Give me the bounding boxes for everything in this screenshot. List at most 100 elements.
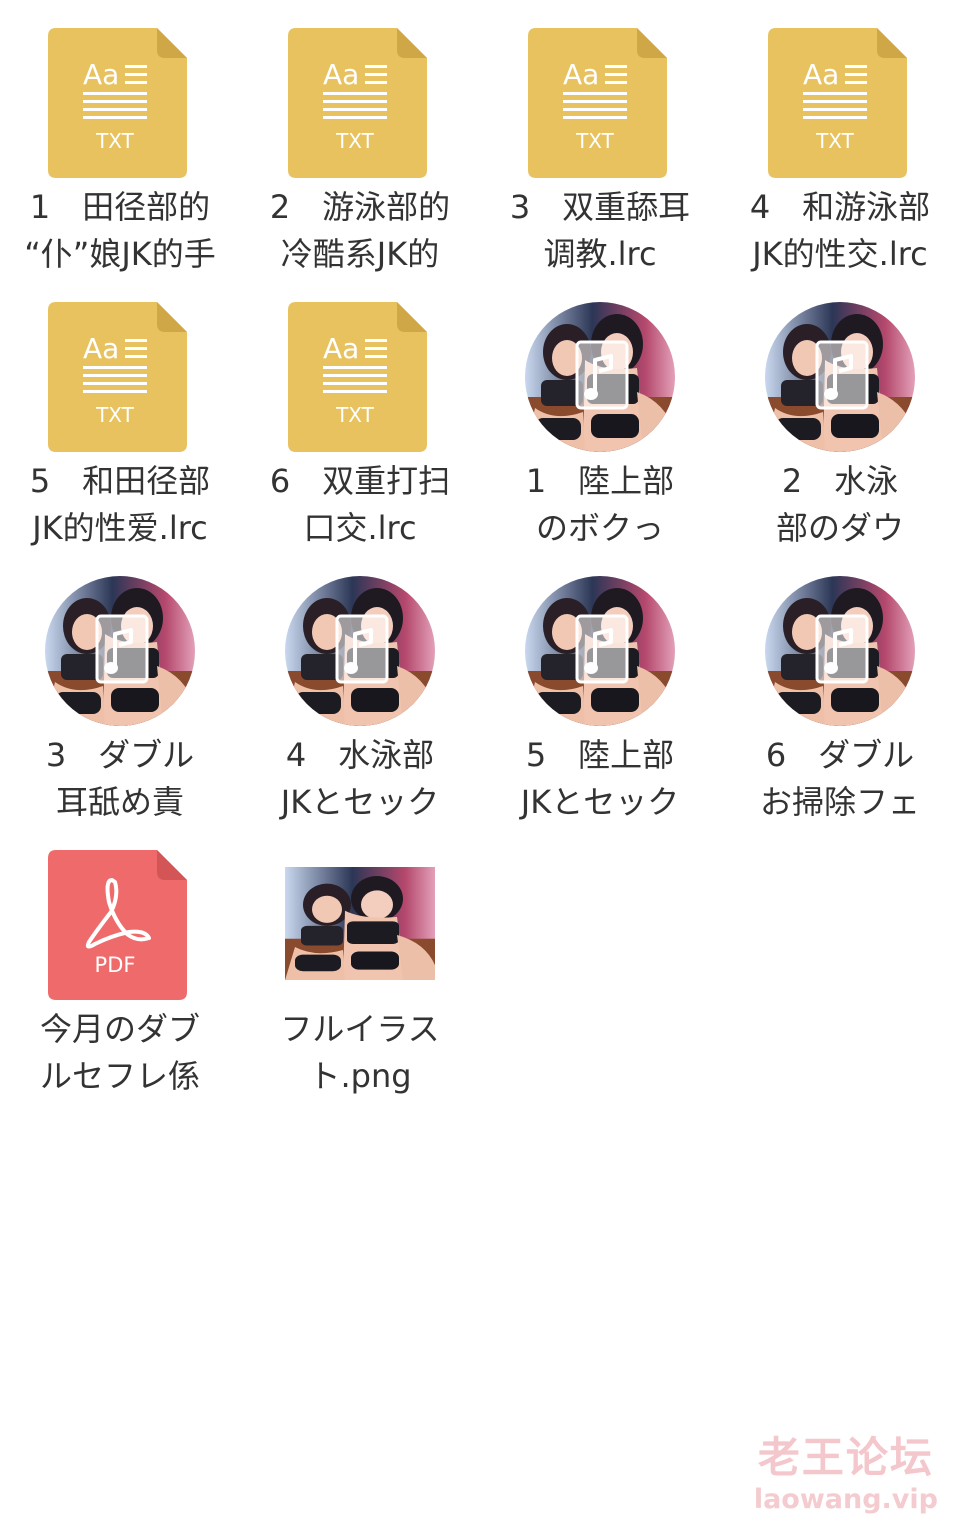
file-name-line: JKとセック	[520, 783, 680, 821]
txt-icon-glyph: Aa	[323, 58, 359, 91]
txt-icon-label: TXT	[335, 403, 375, 427]
file-name-line: “仆”娘JK的手	[24, 235, 216, 273]
file-name: 4 水泳部 JKとセック	[250, 732, 470, 826]
music-note-icon	[575, 614, 629, 684]
file-thumbnail: Aa TXT	[45, 28, 195, 178]
file-thumbnail: Aa TXT	[285, 28, 435, 178]
file-thumbnail	[765, 302, 915, 452]
file-name: 今月のダブルセフレ係	[10, 1006, 230, 1100]
file-thumbnail	[285, 576, 435, 726]
file-name: 2 水泳部のダウ	[730, 458, 950, 552]
pdf-file-icon: PDF	[48, 850, 187, 1000]
file-name-line: 3 ダブル	[45, 736, 195, 774]
txt-icon-glyph: Aa	[323, 332, 359, 365]
file-name-line: 4 水泳部	[285, 736, 435, 774]
audio-cover-thumbnail	[285, 576, 435, 726]
txt-file-icon: Aa TXT	[288, 28, 427, 178]
file-name-line: 2 游泳部的	[269, 188, 451, 226]
file-name-line: のボクっ	[535, 509, 664, 547]
audio-cover-thumbnail	[765, 576, 915, 726]
file-item-txt[interactable]: Aa TXT 2 游泳部的 冷酷系JK的	[240, 24, 480, 298]
file-item-txt[interactable]: Aa TXT 4 和游泳部 JK的性交.lrc	[720, 24, 960, 298]
file-name: 5 和田径部 JK的性爱.lrc	[10, 458, 230, 552]
music-note-icon	[815, 340, 869, 410]
file-thumbnail: PDF	[45, 850, 195, 1000]
file-thumbnail: Aa TXT	[525, 28, 675, 178]
file-name: 2 游泳部的 冷酷系JK的	[250, 184, 470, 278]
txt-file-icon: Aa TXT	[288, 302, 427, 452]
file-name-line: 调教.lrc	[543, 235, 657, 273]
file-name-line: ルセフレ係	[39, 1057, 200, 1095]
file-item-audio[interactable]: 1 陸上部のボクっ	[480, 298, 720, 572]
file-item-audio[interactable]: 4 水泳部 JKとセック	[240, 572, 480, 846]
file-item-pdf[interactable]: PDF 今月のダブルセフレ係	[0, 846, 240, 1120]
music-note-icon	[815, 614, 869, 684]
file-grid: Aa TXT 1 田径部的 “仆”娘JK的手 Aa TXT 2 游泳部的 冷酷系JK…	[0, 24, 960, 1120]
txt-icon-glyph: Aa	[803, 58, 839, 91]
music-note-icon	[95, 614, 149, 684]
audio-cover-thumbnail	[45, 576, 195, 726]
file-thumbnail	[285, 850, 435, 1000]
txt-file-icon: Aa TXT	[528, 28, 667, 178]
file-thumbnail	[765, 576, 915, 726]
audio-cover-thumbnail	[525, 576, 675, 726]
file-item-txt[interactable]: Aa TXT 5 和田径部 JK的性爱.lrc	[0, 298, 240, 572]
file-name-line: ト.png	[308, 1057, 412, 1095]
file-item-audio[interactable]: 5 陸上部 JKとセック	[480, 572, 720, 846]
file-name-line: 1 陸上部	[525, 462, 675, 500]
txt-icon-label: TXT	[575, 129, 615, 153]
file-name-line: 6 ダブル	[765, 736, 915, 774]
file-item-audio[interactable]: 6 ダブルお掃除フェ	[720, 572, 960, 846]
file-item-txt[interactable]: Aa TXT 6 双重打扫 口交.lrc	[240, 298, 480, 572]
file-name: 6 双重打扫 口交.lrc	[250, 458, 470, 552]
file-name-line: 6 双重打扫	[269, 462, 451, 500]
file-name: 3 ダブル耳舐め責	[10, 732, 230, 826]
file-item-txt[interactable]: Aa TXT 1 田径部的 “仆”娘JK的手	[0, 24, 240, 298]
file-name-line: 3 双重舔耳	[509, 188, 691, 226]
file-thumbnail	[525, 576, 675, 726]
file-thumbnail	[525, 302, 675, 452]
txt-icon-label: TXT	[815, 129, 855, 153]
watermark-title: 老王论坛	[757, 1433, 934, 1482]
file-name-line: 1 田径部的	[29, 188, 211, 226]
music-note-icon	[335, 614, 389, 684]
file-name-line: 今月のダブ	[39, 1010, 200, 1048]
txt-icon-label: TXT	[95, 129, 135, 153]
file-item-image[interactable]: フルイラス ト.png	[240, 846, 480, 1120]
file-name-line: JK的性交.lrc	[752, 235, 928, 273]
file-name-line: 5 和田径部	[29, 462, 211, 500]
file-name: 1 陸上部のボクっ	[490, 458, 710, 552]
audio-cover-thumbnail	[765, 302, 915, 452]
image-thumbnail	[285, 867, 435, 980]
file-item-audio[interactable]: 3 ダブル耳舐め責	[0, 572, 240, 846]
watermark-url: laowang.vip	[753, 1484, 938, 1515]
file-name-line: お掃除フェ	[759, 783, 920, 821]
music-note-icon	[575, 340, 629, 410]
file-name-line: JK的性爱.lrc	[32, 509, 208, 547]
file-name: 1 田径部的 “仆”娘JK的手	[10, 184, 230, 278]
file-item-audio[interactable]: 2 水泳部のダウ	[720, 298, 960, 572]
txt-icon-label: TXT	[335, 129, 375, 153]
file-name-line: 耳舐め責	[55, 783, 184, 821]
file-name: 3 双重舔耳 调教.lrc	[490, 184, 710, 278]
txt-file-icon: Aa TXT	[48, 302, 187, 452]
file-thumbnail	[45, 576, 195, 726]
file-thumbnail: Aa TXT	[285, 302, 435, 452]
file-thumbnail: Aa TXT	[45, 302, 195, 452]
pdf-icon-label: PDF	[95, 953, 136, 977]
file-name-line: 4 和游泳部	[749, 188, 931, 226]
txt-icon-glyph: Aa	[83, 58, 119, 91]
txt-icon-glyph: Aa	[83, 332, 119, 365]
file-thumbnail: Aa TXT	[765, 28, 915, 178]
file-item-txt[interactable]: Aa TXT 3 双重舔耳 调教.lrc	[480, 24, 720, 298]
file-name-line: 部のダウ	[775, 509, 904, 547]
file-name-line: JKとセック	[280, 783, 440, 821]
txt-file-icon: Aa TXT	[768, 28, 907, 178]
file-name-line: 口交.lrc	[303, 509, 417, 547]
file-name: 6 ダブルお掃除フェ	[730, 732, 950, 826]
file-name-line: 冷酷系JK的	[280, 235, 440, 273]
file-name: 4 和游泳部 JK的性交.lrc	[730, 184, 950, 278]
file-name-line: 2 水泳	[781, 462, 899, 500]
file-name: フルイラス ト.png	[250, 1006, 470, 1100]
txt-file-icon: Aa TXT	[48, 28, 187, 178]
